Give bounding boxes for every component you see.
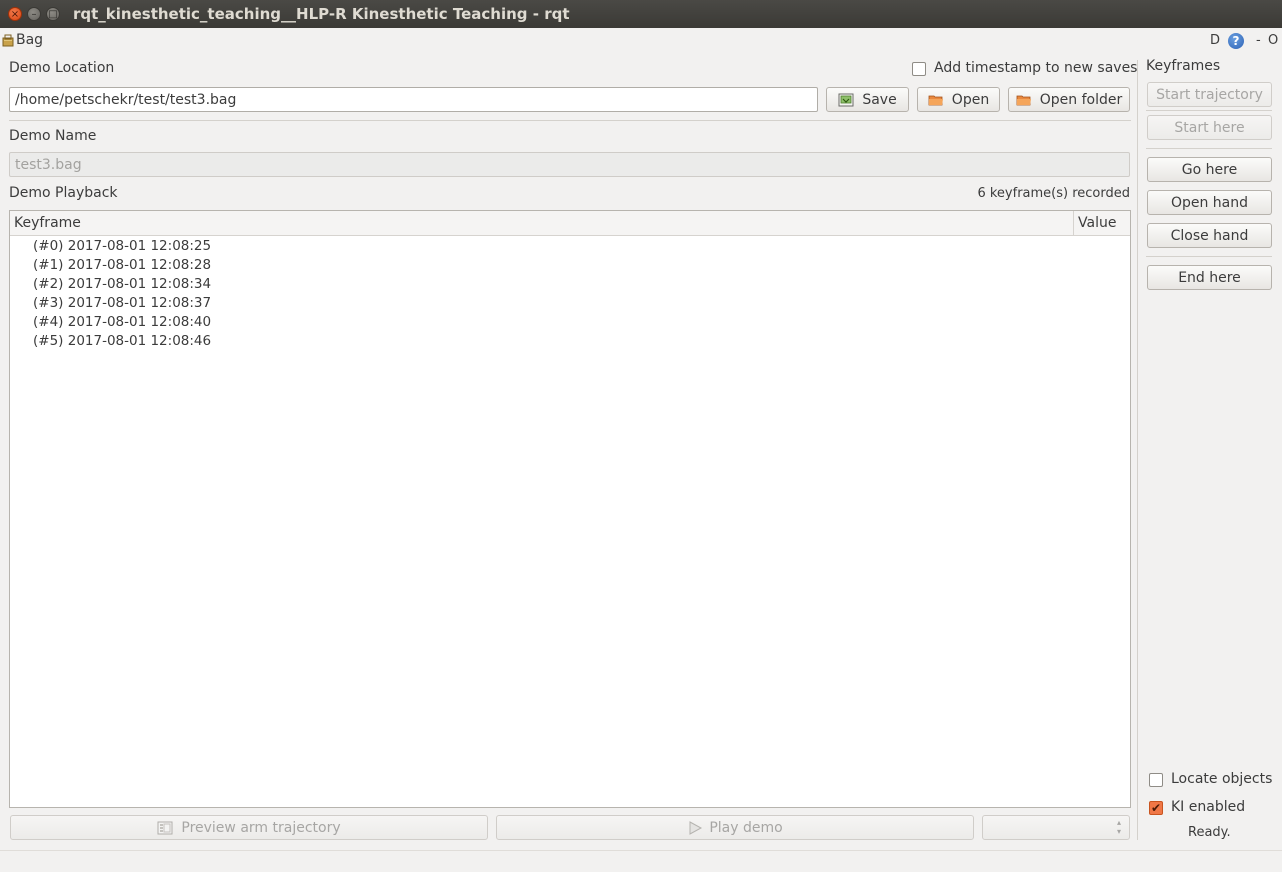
- end-here-button[interactable]: End here: [1147, 265, 1272, 290]
- ki-enabled-checkbox[interactable]: ✔: [1149, 801, 1163, 815]
- open-folder-button-label: Open folder: [1039, 91, 1123, 108]
- locate-objects-label: Locate objects: [1171, 771, 1273, 787]
- save-button[interactable]: Save: [826, 87, 909, 112]
- window-close-button[interactable]: ×: [8, 7, 22, 21]
- open-hand-button[interactable]: Open hand: [1147, 190, 1272, 215]
- preview-arm-trajectory-button[interactable]: Preview arm trajectory: [10, 815, 488, 840]
- start-trajectory-button[interactable]: Start trajectory: [1147, 82, 1272, 107]
- demo-location-input[interactable]: /home/petschekr/test/test3.bag: [9, 87, 818, 112]
- window-maximize-button[interactable]: □: [46, 7, 60, 21]
- keyframe-row[interactable]: (#4) 2017-08-01 12:08:40: [10, 313, 1130, 332]
- window-title: rqt_kinesthetic_teaching__HLP-R Kinesthe…: [73, 5, 570, 23]
- demo-playback-label: Demo Playback: [9, 185, 118, 201]
- folder-open-icon: [928, 93, 944, 107]
- keyframe-row[interactable]: (#0) 2017-08-01 12:08:25: [10, 237, 1130, 256]
- open-folder-button[interactable]: Open folder: [1008, 87, 1130, 112]
- folder-icon: [1016, 93, 1032, 107]
- save-button-label: Save: [862, 91, 897, 108]
- minimize-plugin-icon[interactable]: -: [1256, 33, 1261, 49]
- plugin-header: Bag D ? - O: [0, 28, 1282, 54]
- keyframe-row[interactable]: (#2) 2017-08-01 12:08:34: [10, 275, 1130, 294]
- options-plugin-icon[interactable]: O: [1268, 33, 1278, 49]
- play-icon: [687, 820, 703, 835]
- dock-d-label[interactable]: D: [1210, 33, 1220, 49]
- play-demo-label: Play demo: [709, 819, 783, 836]
- tree-header: Keyframe Value: [10, 211, 1130, 236]
- spinbox-arrows-icon[interactable]: ▴ ▾: [1117, 818, 1121, 836]
- demo-name-field: test3.bag: [9, 152, 1130, 177]
- play-demo-button[interactable]: Play demo: [496, 815, 974, 840]
- go-here-button[interactable]: Go here: [1147, 157, 1272, 182]
- column-header-keyframe[interactable]: Keyframe: [14, 215, 81, 231]
- keyframe-tree[interactable]: Keyframe Value (#0) 2017-08-01 12:08:25 …: [9, 210, 1131, 808]
- column-header-value[interactable]: Value: [1078, 215, 1116, 231]
- save-icon: [838, 93, 854, 107]
- keyframe-list: (#0) 2017-08-01 12:08:25 (#1) 2017-08-01…: [10, 237, 1130, 351]
- divider: [1146, 148, 1272, 149]
- plugin-title: Bag: [16, 32, 44, 48]
- preview-arm-trajectory-label: Preview arm trajectory: [181, 819, 341, 836]
- open-button[interactable]: Open: [917, 87, 1000, 112]
- playback-spinbox[interactable]: ▴ ▾: [982, 815, 1130, 840]
- help-icon[interactable]: ?: [1228, 33, 1244, 49]
- window-titlebar: × – □ rqt_kinesthetic_teaching__HLP-R Ki…: [0, 0, 1282, 28]
- keyframe-row[interactable]: (#1) 2017-08-01 12:08:28: [10, 256, 1130, 275]
- column-divider[interactable]: [1073, 211, 1074, 236]
- window-minimize-button[interactable]: –: [27, 7, 41, 21]
- preview-icon: [157, 821, 173, 835]
- start-here-button[interactable]: Start here: [1147, 115, 1272, 140]
- divider: [1146, 256, 1272, 257]
- status-text: Ready.: [1188, 825, 1231, 840]
- add-timestamp-checkbox[interactable]: [912, 62, 926, 76]
- divider: [1146, 110, 1272, 111]
- locate-objects-checkbox[interactable]: [1149, 773, 1163, 787]
- demo-location-label: Demo Location: [9, 60, 115, 76]
- keyframe-row[interactable]: (#5) 2017-08-01 12:08:46: [10, 332, 1130, 351]
- spin-down-icon[interactable]: ▾: [1117, 827, 1121, 836]
- demo-name-label: Demo Name: [9, 128, 97, 144]
- panel-divider: [1137, 60, 1138, 840]
- bag-icon: [2, 34, 14, 47]
- window-statusbar: [0, 850, 1282, 872]
- keyframe-count-text: 6 keyframe(s) recorded: [977, 186, 1130, 201]
- open-button-label: Open: [951, 91, 990, 108]
- spin-up-icon[interactable]: ▴: [1117, 818, 1121, 827]
- keyframe-row[interactable]: (#3) 2017-08-01 12:08:37: [10, 294, 1130, 313]
- add-timestamp-label: Add timestamp to new saves: [934, 60, 1138, 76]
- close-hand-button[interactable]: Close hand: [1147, 223, 1272, 248]
- divider: [9, 120, 1131, 121]
- keyframes-title: Keyframes: [1146, 58, 1221, 74]
- ki-enabled-label: KI enabled: [1171, 799, 1246, 815]
